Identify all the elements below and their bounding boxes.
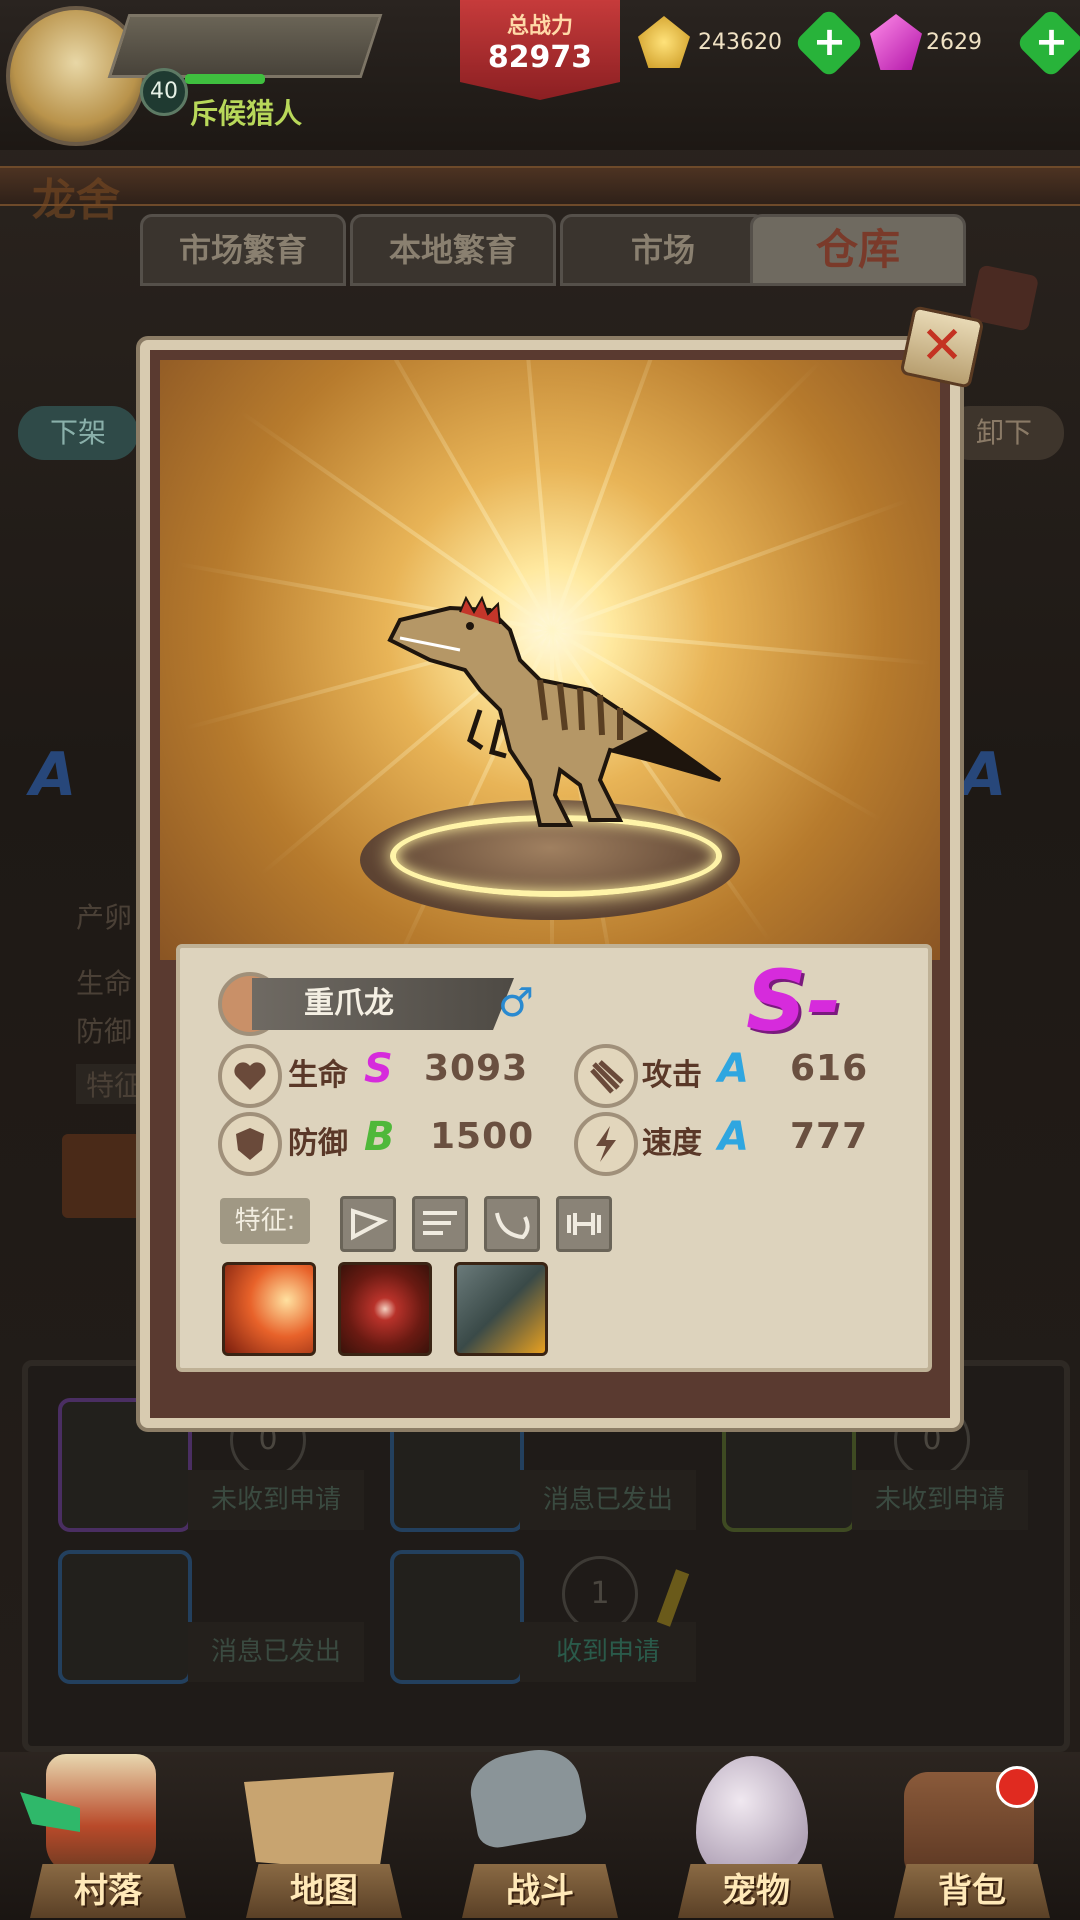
speed-label: 速度 — [642, 1126, 702, 1161]
lightning-icon — [574, 1112, 638, 1176]
background-grade-right: A — [960, 740, 1007, 810]
male-gender-icon: ♂ — [498, 980, 534, 1026]
plus-icon: + — [812, 19, 847, 66]
tab-bar: 市场繁育 本地繁育 市场 仓库 — [140, 214, 966, 286]
dino-detail-dialog: 重爪龙 ♂ S- 生命 S 3093 攻击 A 616 防御 B 1500 速度… — [140, 340, 960, 1428]
close-dialog-button[interactable]: ✕ — [899, 305, 985, 389]
nav-pet[interactable]: 宠物 — [648, 1752, 864, 1920]
tail-trait-icon[interactable] — [484, 1196, 540, 1252]
close-icon: ✕ — [920, 316, 964, 376]
section-title-strip — [0, 166, 1080, 206]
nav-backpack[interactable]: 背包 — [864, 1752, 1080, 1920]
bottom-navigation: 村落 地图 战斗 宠物 背包 — [0, 1743, 1080, 1920]
slot-message: 未收到申请 — [852, 1470, 1028, 1530]
add-gem-button[interactable]: + — [1015, 7, 1080, 79]
hp-value: 3093 — [424, 1048, 529, 1089]
player-name-bar — [107, 14, 383, 78]
background-text-hp: 生命 — [76, 967, 133, 1000]
unload-button[interactable]: 卸下 — [944, 406, 1064, 460]
nav-backpack-label: 背包 — [938, 1871, 1006, 1911]
tab-market[interactable]: 市场 — [560, 214, 766, 286]
request-count: 1 — [562, 1556, 638, 1632]
experience-bar — [185, 74, 265, 84]
tab-local-breeding[interactable]: 本地繁育 — [350, 214, 556, 286]
gem-icon — [870, 14, 922, 70]
dragon-eye-skill-icon[interactable] — [338, 1262, 432, 1356]
background-text-def: 防御 — [76, 1015, 133, 1048]
background-skill-icon — [62, 1134, 142, 1218]
nav-battle-label: 战斗 — [506, 1871, 574, 1911]
defense-grade: B — [364, 1114, 395, 1160]
map-scroll-icon — [244, 1772, 394, 1872]
speed-grade: A — [718, 1114, 749, 1160]
fire-claw-skill-icon[interactable] — [222, 1262, 316, 1356]
claw-icon — [574, 1044, 638, 1108]
gold-amount: 243620 — [698, 30, 782, 55]
nav-map-label: 地图 — [290, 1871, 358, 1911]
dinosaur-image — [387, 595, 722, 827]
background-grade-left: A — [30, 740, 77, 810]
dino-name: 重爪龙 — [252, 978, 514, 1030]
nav-village-label: 村落 — [74, 1871, 142, 1911]
defense-value: 1500 — [430, 1116, 535, 1157]
player-name: 斥候猎人 — [190, 97, 303, 130]
dino-showcase — [160, 360, 940, 960]
dino-info-panel: 重爪龙 ♂ S- 生命 S 3093 攻击 A 616 防御 B 1500 速度… — [176, 944, 932, 1372]
attack-grade: A — [718, 1046, 749, 1092]
speed-value: 777 — [790, 1116, 869, 1157]
background-text-egg: 产卵 — [76, 901, 133, 934]
rank-grade: S- — [746, 952, 842, 1050]
hp-grade: S — [364, 1046, 393, 1092]
traits-label: 特征: — [220, 1198, 310, 1244]
player-level: 40 — [140, 68, 188, 116]
attack-value: 616 — [790, 1048, 869, 1089]
nav-battle[interactable]: 战斗 — [432, 1743, 648, 1920]
dino-slot[interactable] — [58, 1550, 192, 1684]
slot-message: 消息已发出 — [188, 1622, 364, 1682]
plus-icon: + — [1034, 19, 1069, 66]
heart-icon — [218, 1044, 282, 1108]
total-power-value: 82973 — [487, 40, 593, 75]
shield-icon — [218, 1112, 282, 1176]
stone-hammer-icon — [465, 1743, 589, 1851]
jaw-trait-icon[interactable] — [340, 1196, 396, 1252]
notification-badge — [996, 1766, 1038, 1808]
tab-warehouse[interactable]: 仓库 — [750, 214, 966, 286]
nav-village[interactable]: 村落 — [0, 1752, 216, 1920]
tab-market-breeding[interactable]: 市场繁育 — [140, 214, 346, 286]
add-gold-button[interactable]: + — [793, 7, 865, 79]
dino-slot[interactable] — [390, 1550, 524, 1684]
wing-trait-icon[interactable] — [412, 1196, 468, 1252]
slot-message: 未收到申请 — [188, 1470, 364, 1530]
dumbbell-trait-icon[interactable] — [556, 1196, 612, 1252]
nav-map[interactable]: 地图 — [216, 1752, 432, 1920]
hp-label: 生命 — [288, 1058, 348, 1093]
total-power-label: 总战力 — [506, 14, 573, 39]
gold-icon — [638, 16, 690, 68]
total-power-banner: 总战力 82973 — [460, 0, 620, 100]
unlist-button[interactable]: 下架 — [18, 406, 138, 460]
slot-message: 收到申请 — [520, 1622, 696, 1682]
gem-amount: 2629 — [926, 30, 982, 55]
defense-label: 防御 — [288, 1126, 348, 1161]
slot-message: 消息已发出 — [520, 1470, 696, 1530]
roar-skill-icon[interactable] — [454, 1262, 548, 1356]
section-title: 龙舍 — [32, 175, 120, 226]
nav-pet-label: 宠物 — [722, 1871, 790, 1911]
attack-label: 攻击 — [642, 1058, 702, 1093]
top-bar: 40 斥候猎人 总战力 82973 243620 + 2629 + — [0, 0, 1080, 150]
